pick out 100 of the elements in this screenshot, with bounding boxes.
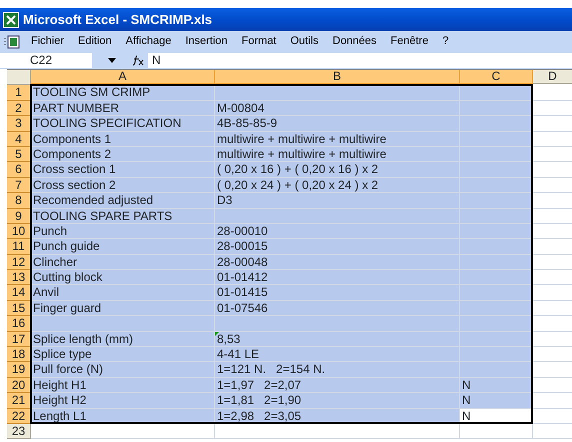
- table-cell[interactable]: Punch guide: [31, 239, 215, 255]
- row-header[interactable]: 19: [7, 362, 31, 378]
- table-cell[interactable]: [460, 362, 533, 378]
- menu-item[interactable]: Edition: [71, 33, 119, 50]
- menu-item[interactable]: Fenêtre: [384, 33, 436, 50]
- document-icon[interactable]: [4, 34, 20, 48]
- app-icon: [3, 12, 19, 28]
- select-all-button[interactable]: [7, 70, 31, 86]
- table-cell[interactable]: [460, 85, 533, 101]
- table-cell[interactable]: Height H2: [31, 393, 215, 409]
- table-cell[interactable]: Cross section 1: [31, 162, 215, 178]
- row-header[interactable]: 23: [7, 424, 31, 440]
- table-cell[interactable]: Height H1: [31, 378, 215, 394]
- table-cell[interactable]: [460, 270, 533, 286]
- window-title: Microsoft Excel - SMCRIMP.xls: [23, 10, 212, 29]
- table-cell[interactable]: 01-07546: [215, 300, 460, 316]
- table-cell[interactable]: M-00804: [215, 100, 460, 116]
- table-cell[interactable]: ( 0,20 x 24 ) + ( 0,20 x 24 ) x 2: [215, 178, 460, 194]
- menu-item[interactable]: Format: [234, 33, 284, 50]
- row-header[interactable]: 1: [7, 85, 31, 101]
- table-cell[interactable]: Finger guard: [31, 300, 215, 316]
- table-cell[interactable]: 4-41 LE: [215, 347, 460, 362]
- table-cell[interactable]: multiwire + multiwire + multiwire: [215, 146, 460, 162]
- table-cell[interactable]: [31, 316, 215, 332]
- table-cell[interactable]: [460, 193, 533, 209]
- table-cell[interactable]: [460, 300, 533, 316]
- row-header[interactable]: 8: [7, 193, 31, 209]
- table-cell[interactable]: [460, 208, 533, 224]
- row-header[interactable]: 6: [7, 162, 31, 178]
- menu-item[interactable]: Outils: [283, 33, 326, 50]
- row-header[interactable]: 9: [7, 208, 31, 224]
- row-header[interactable]: 4: [7, 132, 31, 147]
- table-cell[interactable]: 1=1,97 2=2,07: [215, 378, 460, 394]
- table-cell[interactable]: [460, 254, 533, 270]
- row-header[interactable]: 14: [7, 285, 31, 301]
- table-cell[interactable]: [460, 146, 533, 162]
- column-header[interactable]: A: [31, 70, 215, 84]
- column-header[interactable]: C: [460, 70, 533, 84]
- table-cell[interactable]: Splice type: [31, 347, 215, 362]
- table-cell[interactable]: N: [460, 393, 533, 409]
- table-cell[interactable]: [215, 424, 460, 440]
- table-cell[interactable]: TOOLING SPECIFICATION: [31, 116, 215, 132]
- table-cell[interactable]: Recomended adjusted: [31, 193, 215, 209]
- table-cell[interactable]: [460, 316, 533, 332]
- table-cell[interactable]: Anvil: [31, 285, 215, 301]
- table-cell[interactable]: [460, 116, 533, 132]
- table-cell[interactable]: Components 1: [31, 132, 215, 147]
- table-cell[interactable]: Clincher: [31, 254, 215, 270]
- column-header[interactable]: B: [215, 70, 460, 84]
- row-header[interactable]: 16: [7, 316, 31, 332]
- row-header[interactable]: 11: [7, 239, 31, 255]
- table-cell[interactable]: Punch: [31, 224, 215, 240]
- column-header[interactable]: D: [533, 70, 572, 84]
- table-cell[interactable]: ( 0,20 x 16 ) + ( 0,20 x 16 ) x 2: [215, 162, 460, 178]
- menu-item[interactable]: Données: [326, 33, 384, 50]
- table-cell[interactable]: 28-00015: [215, 239, 460, 255]
- table-cell[interactable]: [460, 224, 533, 240]
- table-cell[interactable]: 28-00048: [215, 254, 460, 270]
- table-cell[interactable]: [215, 208, 460, 224]
- table-cell[interactable]: [460, 162, 533, 178]
- table-cell[interactable]: 1=1,81 2=1,90: [215, 393, 460, 409]
- table-cell[interactable]: TOOLING SM CRIMP: [31, 85, 215, 101]
- row-header[interactable]: 3: [7, 116, 31, 132]
- table-cell[interactable]: [460, 132, 533, 147]
- row-header[interactable]: 22: [7, 408, 31, 424]
- table-cell[interactable]: Cutting block: [31, 270, 215, 286]
- table-cell[interactable]: [460, 285, 533, 301]
- table-cell[interactable]: [460, 100, 533, 116]
- table-cell[interactable]: 01-01412: [215, 270, 460, 286]
- table-cell[interactable]: 1=121 N. 2=154 N.: [215, 362, 460, 378]
- table-cell[interactable]: multiwire + multiwire + multiwire: [215, 132, 460, 147]
- row-header[interactable]: 18: [7, 347, 31, 362]
- table-cell[interactable]: PART NUMBER: [31, 100, 215, 116]
- table-cell[interactable]: 8,53: [215, 332, 460, 348]
- table-cell[interactable]: Components 2: [31, 146, 215, 162]
- table-cell[interactable]: [215, 85, 460, 101]
- row-header[interactable]: 13: [7, 270, 31, 286]
- menu-item[interactable]: ?: [435, 33, 456, 50]
- table-cell[interactable]: [460, 424, 533, 440]
- formula-field[interactable]: N: [148, 53, 572, 68]
- menu-item[interactable]: Fichier: [24, 33, 72, 50]
- table-cell[interactable]: 4B-85-85-9: [215, 116, 460, 132]
- menu-item[interactable]: Affichage: [118, 33, 178, 50]
- table-cell[interactable]: [31, 424, 215, 440]
- menu-item[interactable]: Insertion: [178, 33, 235, 50]
- table-cell[interactable]: Splice length (mm): [31, 332, 215, 348]
- table-cell[interactable]: [215, 316, 460, 332]
- table-cell[interactable]: [460, 239, 533, 255]
- table-cell[interactable]: TOOLING SPARE PARTS: [31, 208, 215, 224]
- row-header[interactable]: 21: [7, 393, 31, 409]
- table-cell[interactable]: [460, 178, 533, 194]
- table-cell[interactable]: [460, 332, 533, 348]
- table-cell[interactable]: D3: [215, 193, 460, 209]
- table-cell[interactable]: Cross section 2: [31, 178, 215, 194]
- table-cell[interactable]: [460, 347, 533, 362]
- table-cell[interactable]: 01-01415: [215, 285, 460, 301]
- name-box[interactable]: C22: [0, 53, 92, 68]
- table-cell[interactable]: N: [460, 378, 533, 394]
- table-cell[interactable]: 28-00010: [215, 224, 460, 240]
- table-cell[interactable]: Pull force (N): [31, 362, 215, 378]
